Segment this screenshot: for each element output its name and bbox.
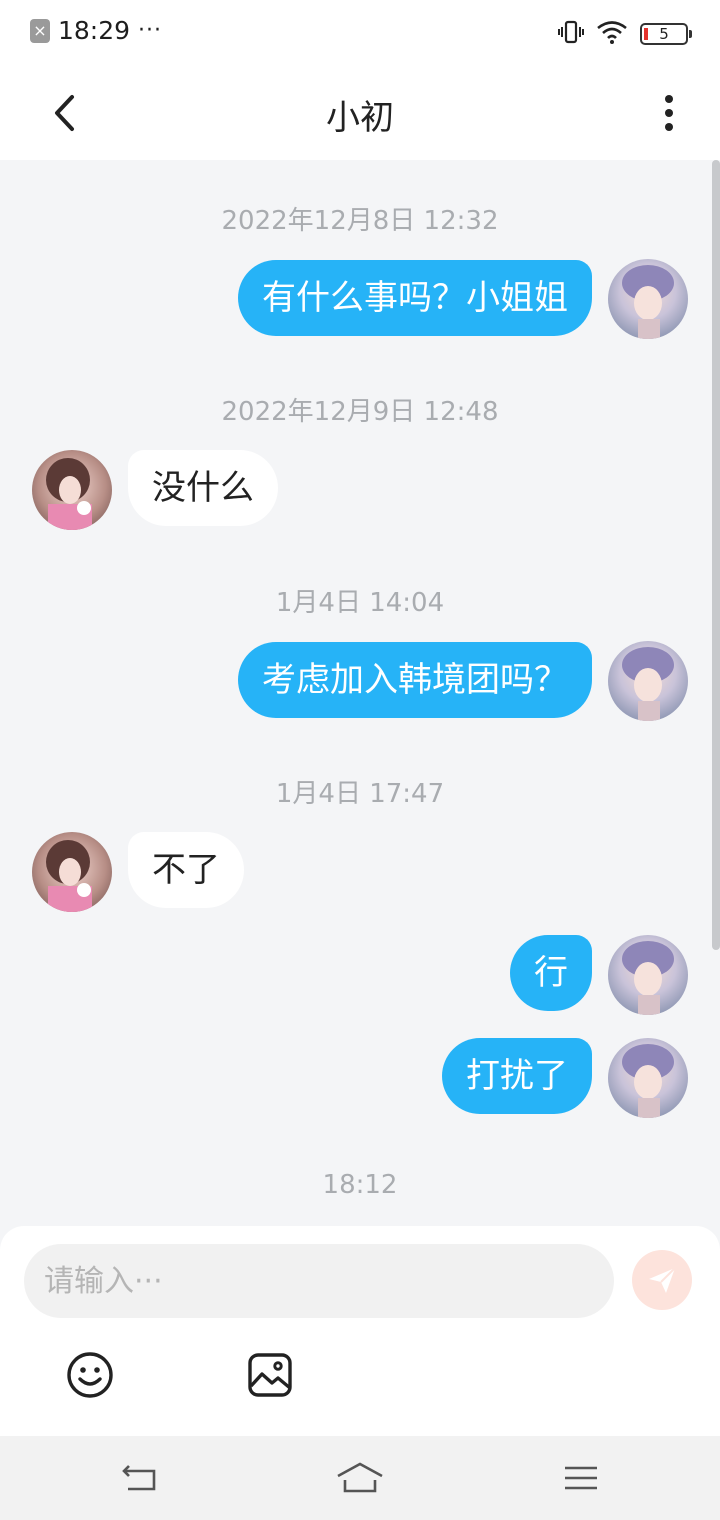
system-navigation-bar [0, 1436, 720, 1520]
notification-icon [30, 18, 50, 43]
status-right: 5 [558, 19, 692, 49]
my-message-bubble[interactable]: 打扰了 [442, 1038, 592, 1114]
chat-messages[interactable]: 2022年12月8日 12:32 有什么事吗？小姐姐 2022年12月9日 12… [0, 160, 720, 1226]
contact-avatar[interactable] [32, 450, 112, 530]
contact-message-bubble[interactable]: 没什么 [128, 450, 278, 526]
message-timestamp: 1月4日 14:04 [275, 588, 445, 618]
emoji-button[interactable] [65, 1350, 115, 1400]
message-composer [0, 1226, 720, 1436]
vibrate-icon [558, 19, 584, 49]
nav-menu-button[interactable] [556, 1456, 606, 1500]
wifi-icon [596, 20, 628, 48]
nav-back-button[interactable] [114, 1456, 164, 1500]
battery-icon: 5 [640, 23, 692, 45]
page-title: 小初 [326, 98, 394, 138]
image-button[interactable] [245, 1350, 295, 1400]
emoji-icon [67, 1352, 113, 1398]
my-message-bubble[interactable]: 考虑加入韩境团吗？ [238, 642, 592, 718]
contact-message-bubble[interactable]: 不了 [128, 832, 244, 908]
scrollbar[interactable] [712, 160, 720, 950]
send-icon [649, 1267, 676, 1293]
message-timestamp: 1月4日 17:47 [275, 779, 445, 809]
more-options-button[interactable] [644, 88, 694, 138]
message-input[interactable] [24, 1244, 614, 1318]
my-avatar[interactable] [608, 935, 688, 1015]
send-button[interactable] [632, 1250, 692, 1310]
my-avatar[interactable] [608, 641, 688, 721]
nav-home-button[interactable] [335, 1456, 385, 1500]
message-timestamp: 2022年12月9日 12:48 [221, 397, 499, 427]
contact-avatar[interactable] [32, 832, 112, 912]
status-left: 18:29 ··· [30, 16, 162, 45]
nav-home-icon [337, 1462, 383, 1493]
image-icon [248, 1353, 292, 1397]
chat-header: 小初 [0, 66, 720, 160]
my-message-bubble[interactable]: 行 [510, 935, 592, 1011]
nav-back-icon [122, 1465, 156, 1491]
message-timestamp: 18:12 [322, 1170, 398, 1200]
message-timestamp: 2022年12月8日 12:32 [221, 206, 499, 236]
nav-menu-icon [565, 1466, 597, 1490]
my-avatar[interactable] [608, 259, 688, 339]
more-vertical-icon [665, 95, 673, 131]
status-bar: 18:29 ··· 5 [0, 0, 720, 66]
status-time: 18:29 [58, 16, 131, 45]
status-more-indicator: ··· [138, 18, 163, 43]
my-avatar[interactable] [608, 1038, 688, 1118]
my-message-bubble[interactable]: 有什么事吗？小姐姐 [238, 260, 592, 336]
